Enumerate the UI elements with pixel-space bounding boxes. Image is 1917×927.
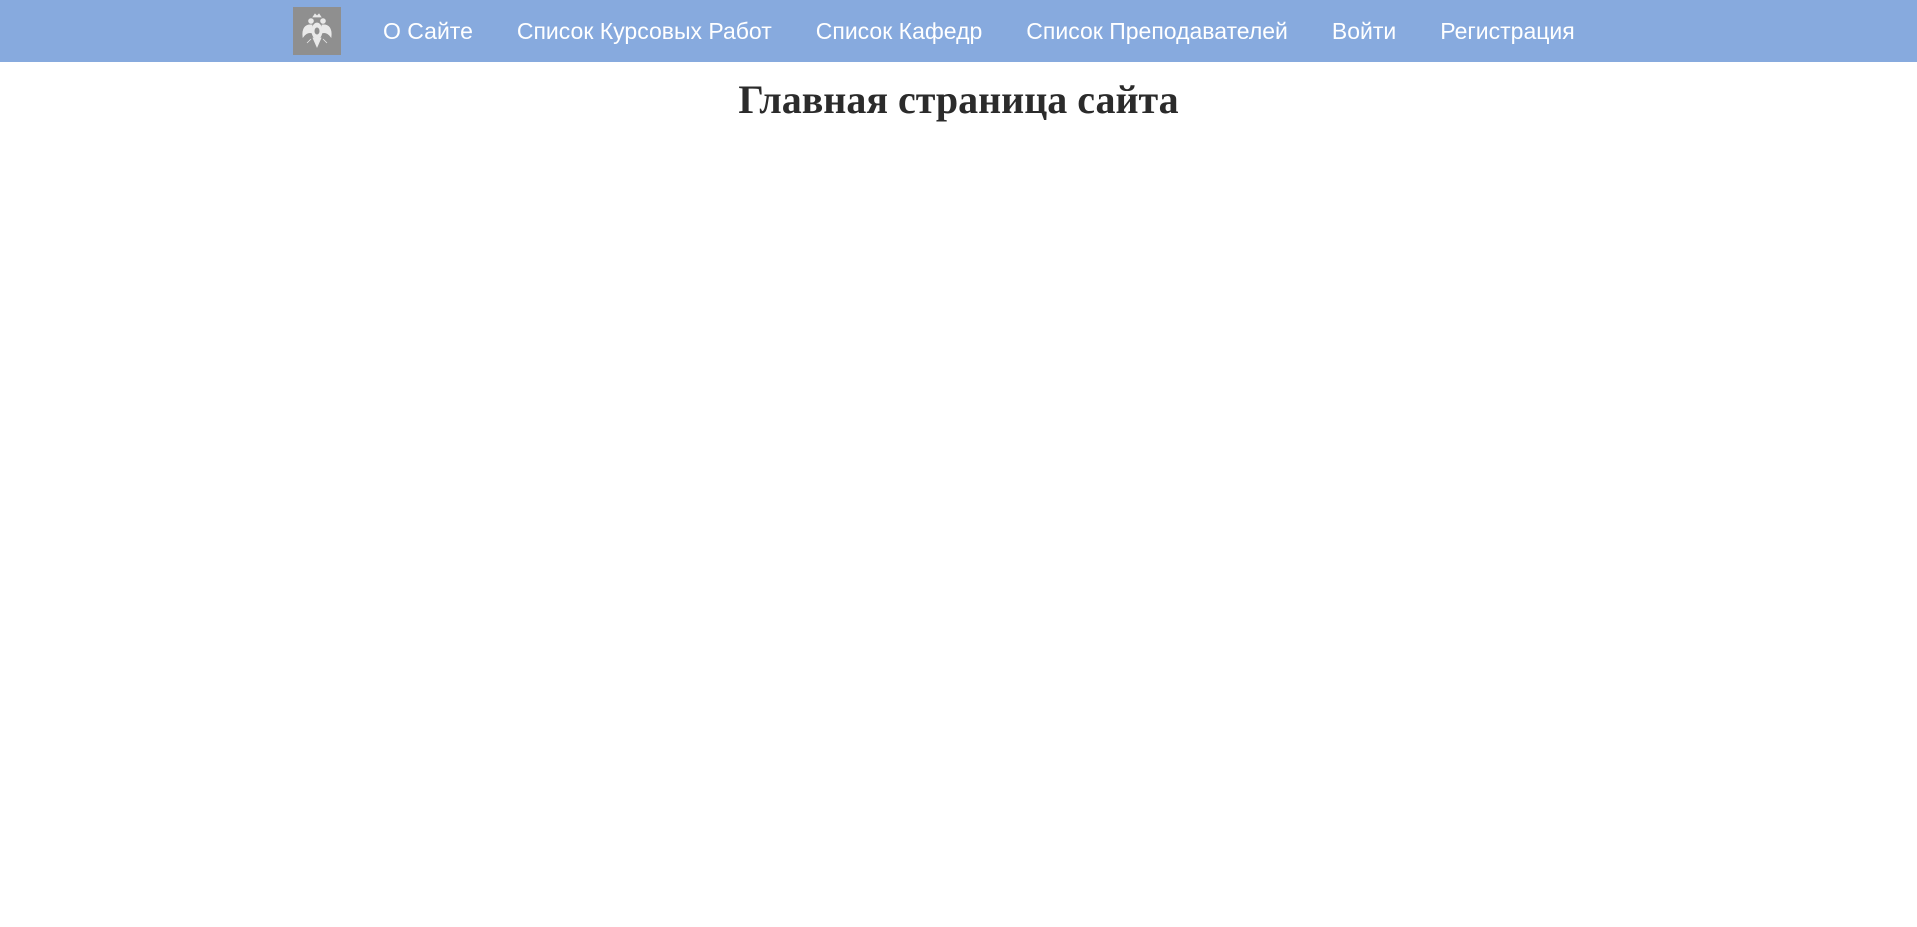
top-navbar: О Сайте Список Курсовых Работ Список Каф… (0, 0, 1917, 62)
nav-link-departments-list[interactable]: Список Кафедр (816, 0, 983, 62)
nav-link-teachers-list[interactable]: Список Преподавателей (1026, 0, 1288, 62)
double-headed-eagle-emblem-icon (302, 13, 332, 48)
nav-container: О Сайте Список Курсовых Работ Список Каф… (293, 0, 1575, 62)
page-title: Главная страница сайта (738, 77, 1179, 122)
site-logo[interactable] (293, 7, 341, 55)
nav-link-about[interactable]: О Сайте (383, 0, 473, 62)
nav-link-coursework-list[interactable]: Список Курсовых Работ (517, 0, 772, 62)
nav-link-register[interactable]: Регистрация (1440, 0, 1574, 62)
nav-link-login[interactable]: Войти (1332, 0, 1396, 62)
